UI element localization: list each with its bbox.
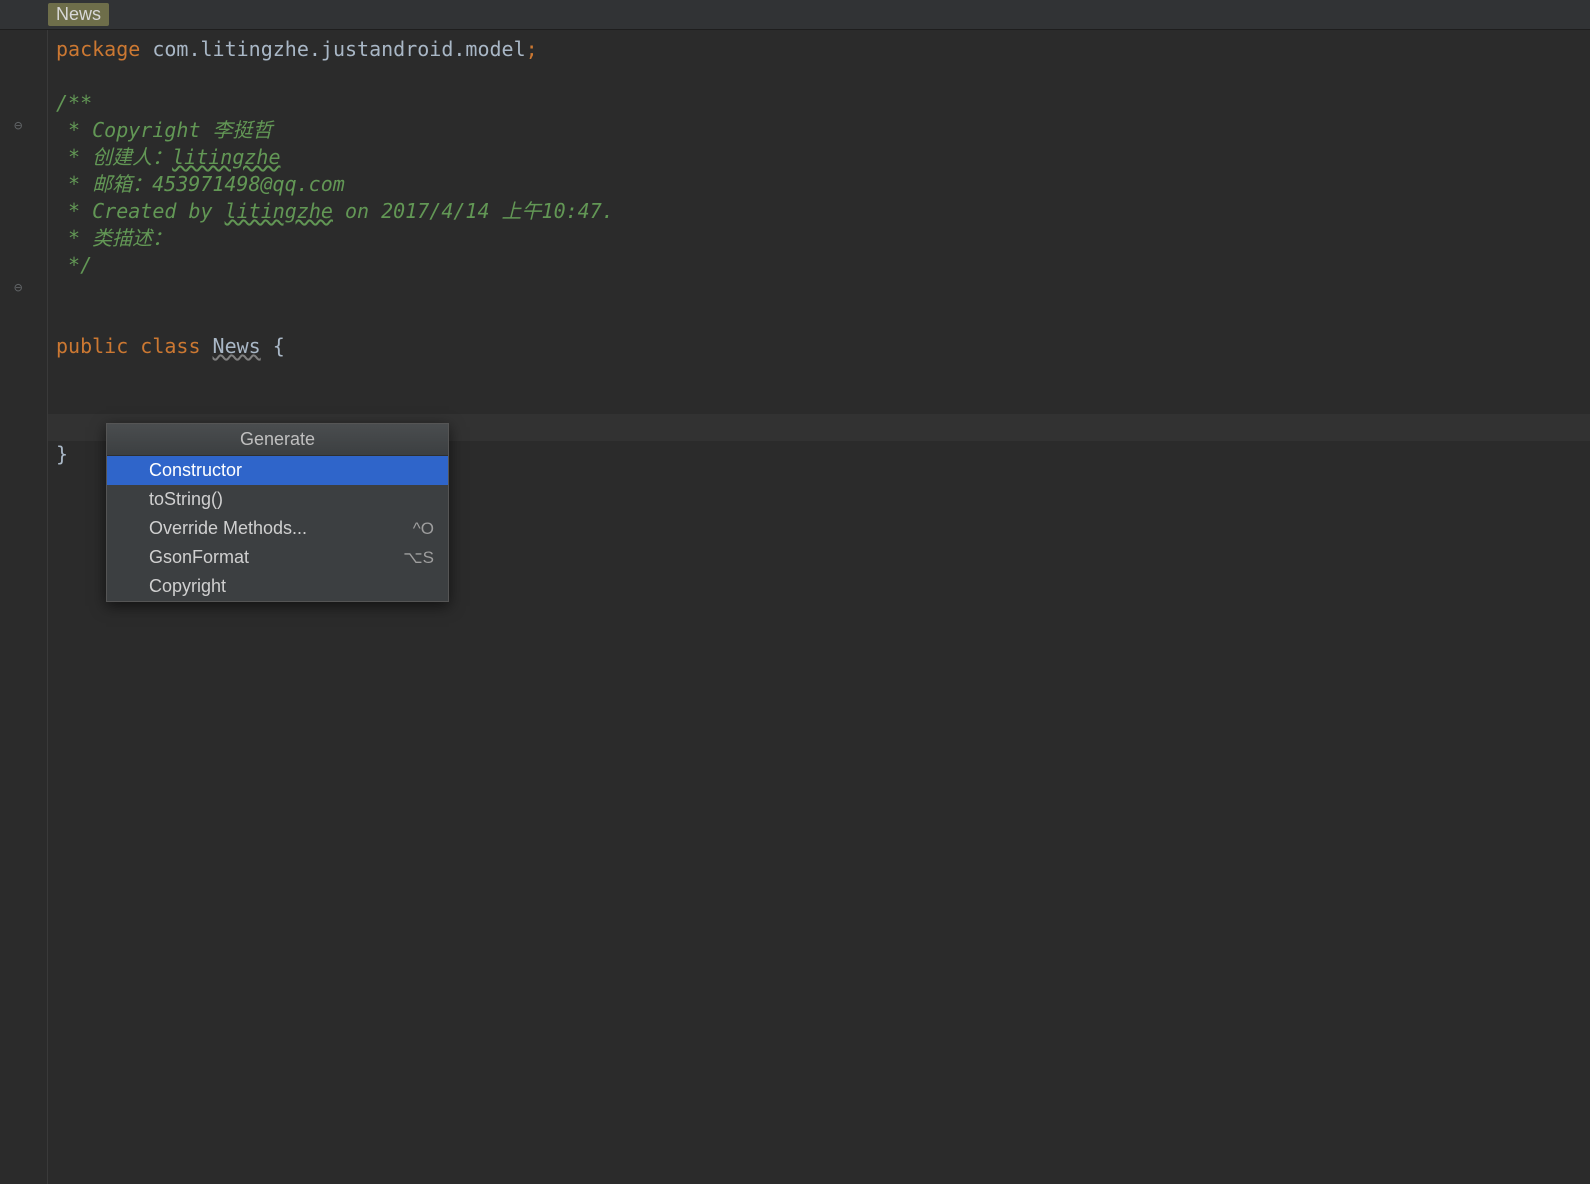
editor-area: ⊖ ⊖ package com.litingzhe.justandroid.mo… xyxy=(0,30,1590,1184)
popup-title: Generate xyxy=(107,424,448,456)
popup-item-label: GsonFormat xyxy=(149,547,249,568)
popup-item-gsonformat[interactable]: GsonFormat ⌥S xyxy=(107,543,448,572)
code-line: * 创建人：litingzhe xyxy=(56,144,1590,171)
code-line: * 类描述： xyxy=(56,225,1590,252)
popup-item-copyright[interactable]: Copyright xyxy=(107,572,448,601)
fold-close-icon[interactable]: ⊖ xyxy=(14,280,22,296)
code-line: package com.litingzhe.justandroid.model; xyxy=(56,36,1590,63)
code-line: /** xyxy=(56,90,1590,117)
code-line: * 邮箱：453971498@qq.com xyxy=(56,171,1590,198)
popup-item-shortcut: ⌥S xyxy=(403,548,434,568)
code-line xyxy=(56,306,1590,333)
popup-item-label: Constructor xyxy=(149,460,242,481)
breadcrumb-class[interactable]: News xyxy=(48,3,109,26)
breadcrumb-bar: News xyxy=(0,0,1590,30)
fold-open-icon[interactable]: ⊖ xyxy=(14,118,22,134)
code-line: */ xyxy=(56,252,1590,279)
code-line xyxy=(56,387,1590,414)
popup-item-shortcut: ^O xyxy=(413,519,434,539)
gutter: ⊖ ⊖ xyxy=(0,30,48,1184)
generate-popup: Generate Constructor toString() Override… xyxy=(106,423,449,602)
popup-item-constructor[interactable]: Constructor xyxy=(107,456,448,485)
popup-item-tostring[interactable]: toString() xyxy=(107,485,448,514)
popup-item-label: Copyright xyxy=(149,576,226,597)
code-line: * Copyright 李挺哲 xyxy=(56,117,1590,144)
code-line: public class News { xyxy=(56,333,1590,360)
code-line xyxy=(56,360,1590,387)
code-editor[interactable]: package com.litingzhe.justandroid.model;… xyxy=(48,30,1590,1184)
popup-item-label: toString() xyxy=(149,489,223,510)
popup-item-label: Override Methods... xyxy=(149,518,307,539)
code-line: * Created by litingzhe on 2017/4/14 上午10… xyxy=(56,198,1590,225)
popup-item-override[interactable]: Override Methods... ^O xyxy=(107,514,448,543)
code-line xyxy=(56,63,1590,90)
code-line xyxy=(56,279,1590,306)
